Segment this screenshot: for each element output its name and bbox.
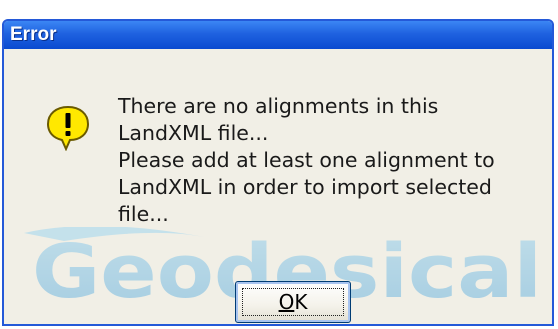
error-dialog: Error Geodesical There are no alignments… xyxy=(2,19,554,326)
message-line: file... xyxy=(118,202,169,226)
dialog-body: Geodesical There are no alignments in th… xyxy=(4,49,552,324)
message-line: There are no alignments in this xyxy=(118,94,439,118)
ok-button[interactable]: OK xyxy=(235,281,351,323)
ok-button-label: OK xyxy=(278,290,308,314)
message-line: LandXML in order to import selected xyxy=(118,175,492,199)
message-line: Please add at least one alignment to xyxy=(118,148,495,172)
warning-icon xyxy=(46,105,90,151)
title-bar[interactable]: Error xyxy=(4,21,552,49)
screenshot-frame: Error Geodesical There are no alignments… xyxy=(0,0,558,329)
error-message: There are no alignments in this LandXML … xyxy=(118,93,538,228)
dialog-title: Error xyxy=(10,24,57,45)
message-line: LandXML file... xyxy=(118,121,269,145)
